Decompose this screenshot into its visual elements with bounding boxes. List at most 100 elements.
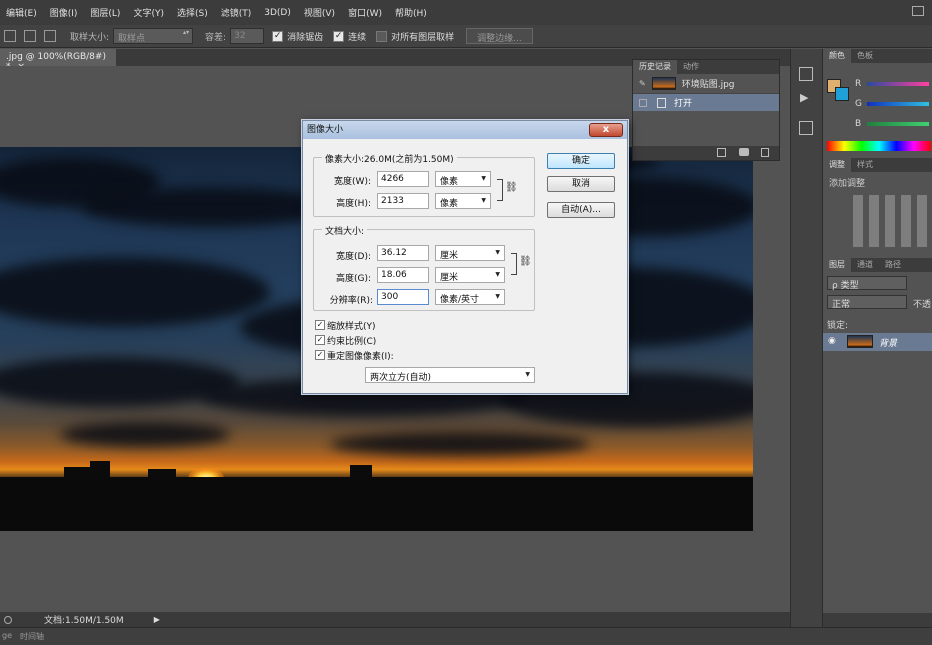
menu-layer[interactable]: 图层(L): [90, 6, 120, 19]
tab-history[interactable]: 历史记录: [633, 60, 677, 74]
sample-size-label: 取样大小:: [70, 32, 110, 43]
panel-dock-column: ▶: [790, 49, 822, 627]
layer-row-background[interactable]: ◉ 背景: [823, 333, 932, 351]
zoom-icon[interactable]: [4, 615, 12, 624]
layer-thumbnail: [847, 335, 873, 348]
history-snapshot[interactable]: ✎ 环境贴图.jpg: [633, 74, 779, 94]
doc-height-unit-select[interactable]: 厘米: [435, 267, 505, 283]
width-unit-select[interactable]: 像素: [435, 171, 491, 187]
timeline-tab[interactable]: 时间轴: [20, 631, 44, 642]
new-document-icon[interactable]: [717, 148, 726, 157]
snapshot-thumbnail: [651, 77, 676, 90]
actions-play-icon[interactable]: ▶: [800, 91, 808, 104]
height-unit-select[interactable]: 像素: [435, 193, 491, 209]
cancel-button[interactable]: 取消: [547, 176, 615, 192]
status-menu-arrow-icon[interactable]: ▶: [154, 615, 160, 624]
height-label: 高度(H):: [336, 199, 371, 209]
pixel-link-icon: ⛓: [505, 182, 518, 193]
dialog-title: 图像大小: [307, 125, 344, 135]
channel-b-slider[interactable]: [867, 122, 929, 126]
contiguous-label: 连续: [348, 32, 367, 43]
menu-bar: 编辑(E) 图像(I) 图层(L) 文字(Y) 选择(S) 滤镜(T) 3D(D…: [0, 0, 932, 25]
camera-icon[interactable]: [739, 148, 749, 156]
menu-filter[interactable]: 滤镜(T): [221, 6, 252, 19]
layer-kind-filter[interactable]: ρ 类型: [827, 276, 907, 291]
width-input[interactable]: 4266: [377, 171, 429, 187]
tab-actions[interactable]: 动作: [677, 60, 705, 74]
resample-method-select[interactable]: 两次立方(自动): [365, 367, 535, 383]
antialias-checkbox[interactable]: ✓: [272, 30, 284, 42]
doc-link-icon: ⛓: [519, 256, 532, 267]
doc-height-label: 高度(G):: [335, 274, 371, 284]
tab-styles[interactable]: 样式: [851, 158, 879, 172]
history-panel-icon[interactable]: [799, 67, 813, 81]
add-selection-icon[interactable]: [24, 30, 36, 42]
adjustment-icons-grid[interactable]: [853, 195, 931, 247]
tolerance-label: 容差:: [205, 32, 227, 43]
tab-swatches[interactable]: 色板: [851, 49, 879, 63]
tab-paths[interactable]: 路径: [879, 258, 907, 272]
tolerance-input[interactable]: 32: [230, 28, 265, 44]
sample-size-select[interactable]: 取样点: [113, 28, 194, 44]
channel-g-label: G: [855, 99, 862, 109]
subtract-selection-icon[interactable]: [44, 30, 56, 42]
menu-type[interactable]: 文字(Y): [133, 6, 164, 19]
ok-button[interactable]: 确定: [547, 153, 615, 169]
menu-edit[interactable]: 编辑(E): [6, 6, 37, 19]
bridge-tab[interactable]: ge: [2, 631, 12, 640]
all-layers-label: 对所有图层取样: [391, 32, 455, 43]
doc-width-unit-select[interactable]: 厘米: [435, 245, 505, 261]
constrain-proportions-checkbox[interactable]: ✓: [315, 335, 325, 345]
blend-mode-select[interactable]: 正常: [827, 295, 907, 310]
menu-image[interactable]: 图像(I): [50, 6, 78, 19]
all-layers-checkbox[interactable]: [376, 30, 388, 42]
resample-checkbox[interactable]: ✓: [315, 350, 325, 360]
properties-panel-icon[interactable]: [799, 121, 813, 135]
image-size-dialog: 图像大小 x 像素大小:26.0M(之前为1.50M) 宽度(W): 4266 …: [302, 120, 628, 394]
constrain-proportions-label: 约束比例(C): [327, 337, 377, 347]
channel-r-label: R: [855, 79, 862, 89]
scale-styles-checkbox[interactable]: ✓: [315, 320, 325, 330]
resolution-input[interactable]: 300: [377, 289, 429, 305]
menu-help[interactable]: 帮助(H): [395, 6, 427, 19]
refine-edge-button[interactable]: 调整边缘...: [466, 28, 533, 44]
menu-view[interactable]: 视图(V): [304, 6, 335, 19]
new-selection-icon[interactable]: [4, 30, 16, 42]
doc-height-input[interactable]: 18.06: [377, 267, 429, 283]
history-step-open[interactable]: 打开: [633, 94, 779, 111]
trash-icon[interactable]: [761, 148, 769, 157]
channel-r-slider[interactable]: [867, 82, 929, 86]
tab-adjustments[interactable]: 调整: [823, 158, 851, 172]
resample-label: 重定图像像素(I):: [327, 352, 394, 362]
layer-name: 背景: [879, 339, 898, 349]
ground: [0, 477, 753, 531]
background-color-swatch[interactable]: [835, 87, 849, 101]
resolution-unit-select[interactable]: 像素/英寸: [435, 289, 505, 305]
resolution-label: 分辨率(R):: [329, 296, 373, 306]
tab-color[interactable]: 颜色: [823, 49, 851, 63]
menu-3d[interactable]: 3D(D): [264, 8, 291, 18]
options-bar: 取样大小: 取样点 容差: 32 ✓ 消除锯齿 ✓ 连续 对所有图层取样 调整边…: [0, 25, 932, 48]
window-restore-icon[interactable]: [912, 6, 924, 16]
tab-channels[interactable]: 通道: [851, 258, 879, 272]
dialog-titlebar: 图像大小 x: [303, 121, 627, 139]
dialog-close-button[interactable]: x: [589, 123, 623, 137]
document-tab[interactable]: .jpg @ 100%(RGB/8#) * ×: [0, 49, 116, 72]
doc-constrain-bracket: [511, 253, 517, 275]
tab-layers[interactable]: 图层: [823, 258, 851, 272]
auto-button[interactable]: 自动(A)...: [547, 202, 615, 218]
doc-width-input[interactable]: 36.12: [377, 245, 429, 261]
menu-window[interactable]: 窗口(W): [348, 6, 382, 19]
channel-g-slider[interactable]: [867, 102, 929, 106]
menu-select[interactable]: 选择(S): [177, 6, 208, 19]
layer-visibility-eye-icon[interactable]: ◉: [828, 336, 836, 346]
history-footer: [633, 146, 779, 160]
timeline-bar: ge 时间轴: [0, 627, 932, 645]
height-input[interactable]: 2133: [377, 193, 429, 209]
color-spectrum[interactable]: [827, 141, 931, 151]
document-icon: [657, 97, 666, 108]
lock-label: 锁定:: [827, 321, 849, 331]
document-size-legend: 文档大小:: [322, 224, 368, 237]
channel-b-label: B: [855, 119, 862, 129]
contiguous-checkbox[interactable]: ✓: [333, 30, 345, 42]
